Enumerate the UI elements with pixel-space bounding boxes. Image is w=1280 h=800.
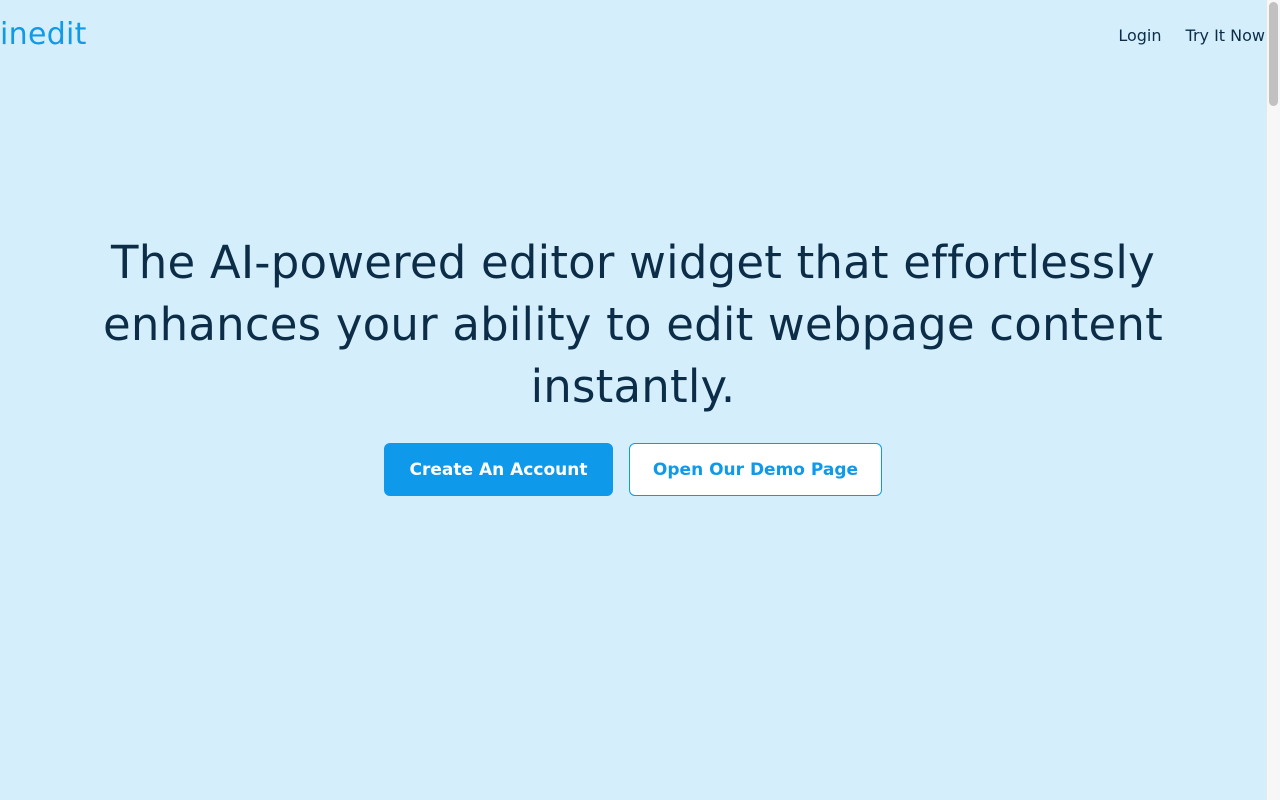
hero-actions: Create An Account Open Our Demo Page: [384, 443, 882, 496]
brand-logo[interactable]: inedit: [0, 17, 87, 53]
create-account-button[interactable]: Create An Account: [384, 443, 613, 496]
hero-title: The AI-powered editor widget that effort…: [103, 236, 1163, 413]
top-navigation: Login Try It Now: [1118, 26, 1265, 46]
open-demo-page-button[interactable]: Open Our Demo Page: [629, 443, 882, 496]
try-it-now-link[interactable]: Try It Now: [1186, 26, 1265, 46]
site-header: inedit Login Try It Now: [0, 0, 1266, 72]
scrollbar-thumb[interactable]: [1269, 2, 1278, 106]
vertical-scrollbar[interactable]: [1266, 0, 1280, 800]
page: inedit Login Try It Now The AI-powered e…: [0, 0, 1266, 800]
login-link[interactable]: Login: [1118, 26, 1161, 46]
